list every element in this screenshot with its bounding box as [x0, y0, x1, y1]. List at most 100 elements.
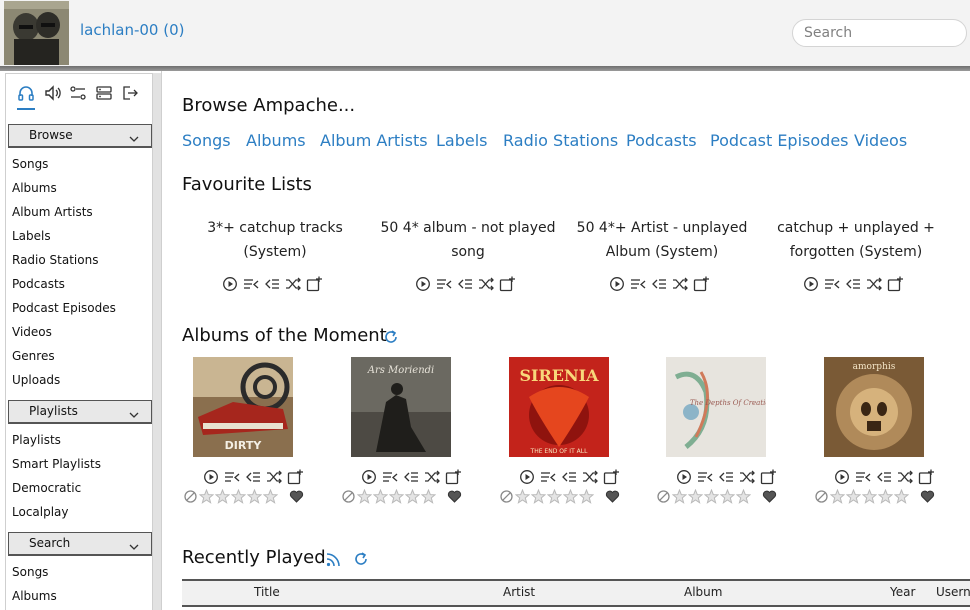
add-to-playlist-icon[interactable] [630, 276, 646, 292]
star-icon[interactable] [672, 489, 687, 504]
star-icon[interactable] [846, 489, 861, 504]
album-cover[interactable]: Ars Moriendi [351, 357, 451, 457]
browse-link-videos[interactable]: Videos [854, 131, 907, 150]
star-icon[interactable] [215, 489, 230, 504]
heart-icon[interactable] [920, 489, 935, 504]
star-icon[interactable] [579, 489, 594, 504]
logout-icon[interactable] [121, 84, 139, 102]
playlist-add-icon[interactable] [287, 469, 303, 485]
clear-rating-icon[interactable] [499, 489, 514, 504]
star-icon[interactable] [878, 489, 893, 504]
browse-link-songs[interactable]: Songs [182, 131, 231, 150]
star-icon[interactable] [247, 489, 262, 504]
add-to-playlist-icon[interactable] [243, 276, 259, 292]
add-to-playlist-icon[interactable] [224, 469, 240, 485]
playlist-add-icon[interactable] [918, 469, 934, 485]
play-icon[interactable] [361, 469, 377, 485]
heart-icon[interactable] [289, 489, 304, 504]
browse-link-albums[interactable]: Albums [246, 131, 306, 150]
browse-link-album-artists[interactable]: Album Artists [320, 131, 428, 150]
album-cover[interactable]: SIRENIA THE END OF IT ALL [509, 357, 609, 457]
clear-rating-icon[interactable] [656, 489, 671, 504]
server-icon[interactable] [95, 84, 113, 102]
clear-rating-icon[interactable] [341, 489, 356, 504]
sidebar-item-democratic[interactable]: Democratic [12, 476, 152, 500]
clear-rating-icon[interactable] [814, 489, 829, 504]
star-icon[interactable] [515, 489, 530, 504]
sidebar-item-songs[interactable]: Songs [12, 152, 152, 176]
star-icon[interactable] [862, 489, 877, 504]
star-icon[interactable] [531, 489, 546, 504]
playlist-add-icon[interactable] [693, 276, 709, 292]
sidebar-item-podcasts[interactable]: Podcasts [12, 272, 152, 296]
add-to-playlist-icon[interactable] [697, 469, 713, 485]
sidebar-item-search-songs[interactable]: Songs [12, 560, 152, 584]
sidebar-item-search-albums[interactable]: Albums [12, 584, 152, 608]
star-icon[interactable] [263, 489, 278, 504]
favourite-name[interactable]: catchup + unplayed + forgotten (System) [766, 216, 946, 264]
shuffle-icon[interactable] [672, 276, 688, 292]
star-icon[interactable] [563, 489, 578, 504]
heart-icon[interactable] [605, 489, 620, 504]
sidebar-item-genres[interactable]: Genres [12, 344, 152, 368]
shuffle-icon[interactable] [739, 469, 755, 485]
sidebar-item-localplay[interactable]: Localplay [12, 500, 152, 524]
shuffle-icon[interactable] [582, 469, 598, 485]
user-avatar[interactable] [4, 1, 69, 65]
column-artist[interactable]: Artist [503, 585, 535, 599]
refresh-icon[interactable] [353, 551, 369, 567]
refresh-icon[interactable] [383, 329, 399, 345]
queue-next-icon[interactable] [457, 276, 473, 292]
sidebar-item-radio-stations[interactable]: Radio Stations [12, 248, 152, 272]
heart-icon[interactable] [447, 489, 462, 504]
album-cover[interactable]: The Depths Of Creation [666, 357, 766, 457]
playlists-section-header[interactable]: Playlists [8, 400, 152, 424]
star-icon[interactable] [231, 489, 246, 504]
playlist-add-icon[interactable] [603, 469, 619, 485]
column-album[interactable]: Album [684, 585, 722, 599]
sidebar-item-albums[interactable]: Albums [12, 176, 152, 200]
playlist-add-icon[interactable] [306, 276, 322, 292]
play-icon[interactable] [222, 276, 238, 292]
play-icon[interactable] [676, 469, 692, 485]
star-icon[interactable] [688, 489, 703, 504]
play-icon[interactable] [415, 276, 431, 292]
star-icon[interactable] [894, 489, 909, 504]
sidebar-item-videos[interactable]: Videos [12, 320, 152, 344]
favourite-name[interactable]: 3*+ catchup tracks (System) [185, 216, 365, 264]
play-icon[interactable] [519, 469, 535, 485]
star-icon[interactable] [199, 489, 214, 504]
column-username[interactable]: Usern [936, 585, 970, 599]
star-icon[interactable] [373, 489, 388, 504]
sidebar-item-album-artists[interactable]: Album Artists [12, 200, 152, 224]
album-cover[interactable]: DIRTY [193, 357, 293, 457]
queue-next-icon[interactable] [876, 469, 892, 485]
star-icon[interactable] [704, 489, 719, 504]
playlist-add-icon[interactable] [760, 469, 776, 485]
sidebar-resize-edge[interactable] [153, 73, 161, 610]
add-to-playlist-icon[interactable] [436, 276, 452, 292]
queue-next-icon[interactable] [845, 276, 861, 292]
shuffle-icon[interactable] [424, 469, 440, 485]
favourite-name[interactable]: 50 4* album - not played song [378, 216, 558, 264]
headphones-icon[interactable] [17, 84, 35, 102]
clear-rating-icon[interactable] [183, 489, 198, 504]
sidebar-item-uploads[interactable]: Uploads [12, 368, 152, 392]
star-icon[interactable] [389, 489, 404, 504]
album-cover[interactable]: amorphis [824, 357, 924, 457]
queue-next-icon[interactable] [718, 469, 734, 485]
star-icon[interactable] [357, 489, 372, 504]
queue-next-icon[interactable] [651, 276, 667, 292]
column-year[interactable]: Year [890, 585, 915, 599]
play-icon[interactable] [609, 276, 625, 292]
search-section-header[interactable]: Search [8, 532, 152, 556]
browse-link-podcast-episodes[interactable]: Podcast Episodes [710, 131, 849, 150]
add-to-playlist-icon[interactable] [540, 469, 556, 485]
queue-next-icon[interactable] [264, 276, 280, 292]
queue-next-icon[interactable] [403, 469, 419, 485]
search-input[interactable] [792, 19, 967, 47]
sidebar-item-podcast-episodes[interactable]: Podcast Episodes [12, 296, 152, 320]
playlist-add-icon[interactable] [445, 469, 461, 485]
queue-next-icon[interactable] [245, 469, 261, 485]
sidebar-item-playlists[interactable]: Playlists [12, 428, 152, 452]
